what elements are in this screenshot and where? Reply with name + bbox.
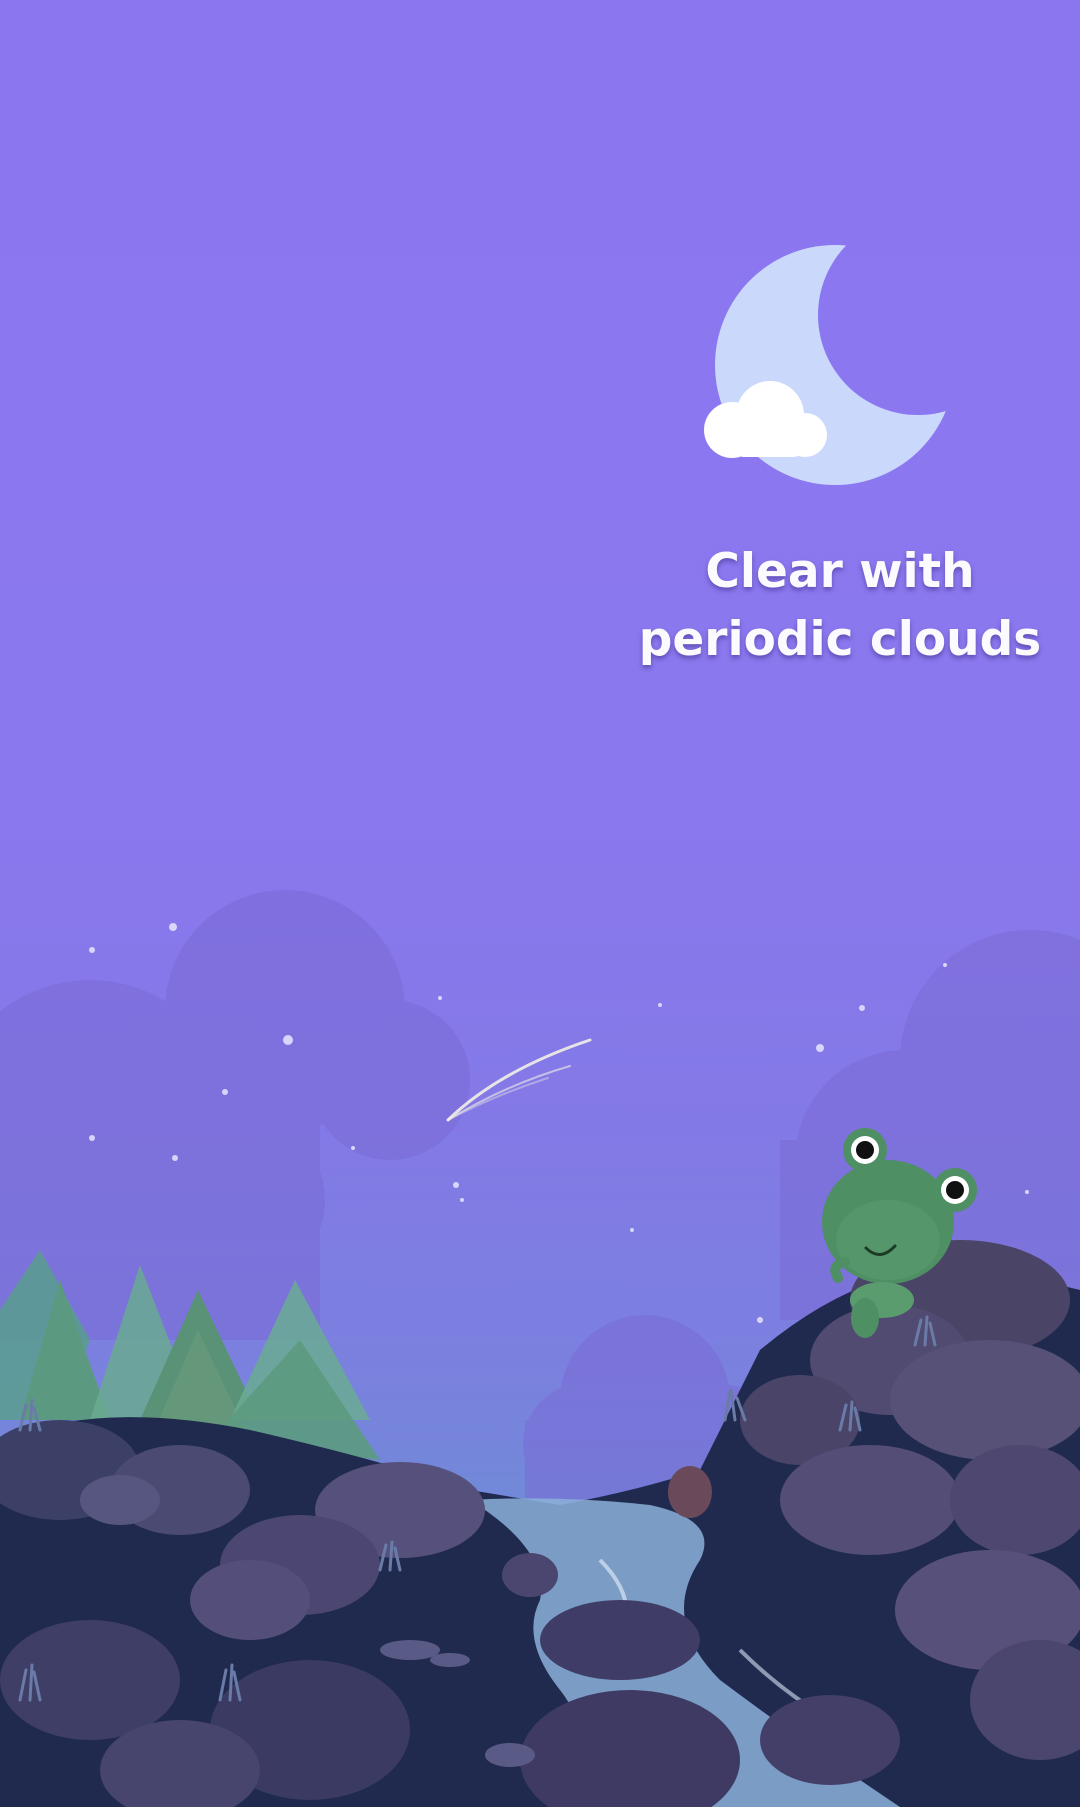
condition-line-1: Clear with [705,544,975,599]
condition-line-2: periodic clouds [638,612,1042,667]
moon-with-cloud-icon [704,245,950,485]
weather-condition-text: Clear with periodic clouds [620,538,1060,674]
weather-screen: Clear with periodic clouds [0,0,1080,1807]
